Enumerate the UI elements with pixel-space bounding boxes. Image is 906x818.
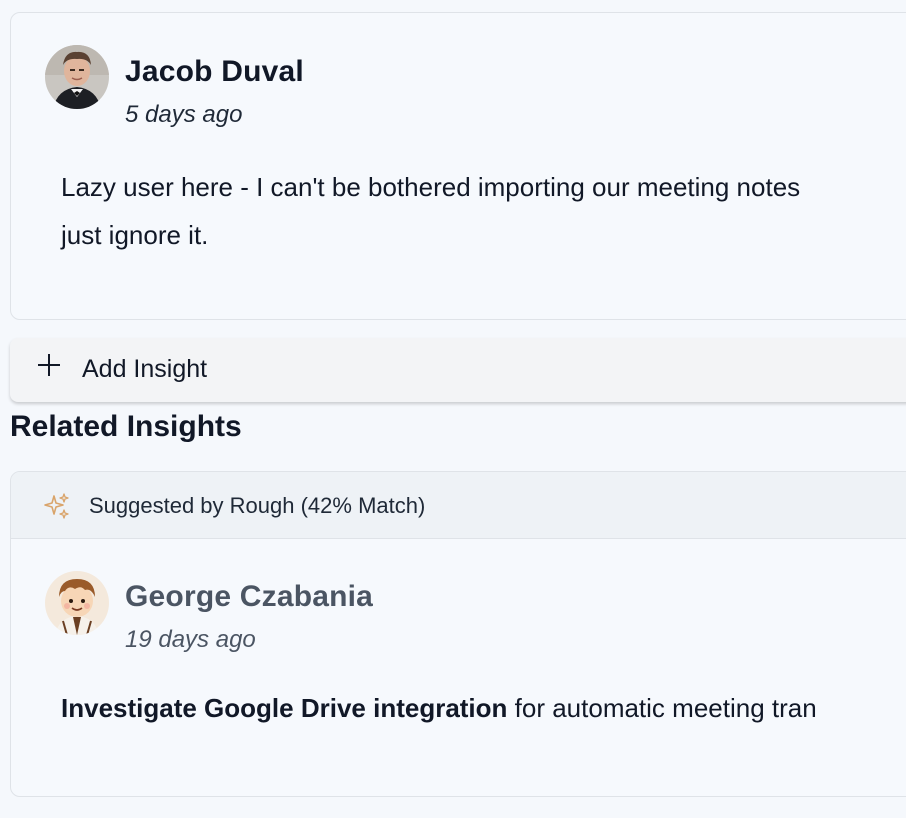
comment-timestamp: 5 days ago [125, 101, 243, 128]
page: Jacob Duval 5 days ago Lazy user here - … [0, 0, 906, 818]
insight-body: Investigate Google Drive integration for… [61, 684, 817, 732]
suggestion-label: Suggested by Rough (42% Match) [89, 493, 426, 518]
author-name[interactable]: Jacob Duval [125, 55, 304, 89]
comment-card: Jacob Duval 5 days ago Lazy user here - … [10, 12, 906, 320]
plus-icon [38, 354, 60, 376]
avatar-cartoon [45, 571, 109, 635]
insight-timestamp: 19 days ago [125, 626, 256, 653]
sparkle-icon [44, 493, 69, 519]
insight-body-rest: for automatic meeting tran [507, 693, 817, 723]
avatar-photo [45, 45, 109, 109]
related-insights-heading: Related Insights [10, 410, 242, 443]
comment-body-line-1: Lazy user here - I can't be bothered imp… [61, 172, 801, 202]
add-insight-button[interactable]: Add Insight [10, 338, 906, 402]
author-name[interactable]: George Czabania [125, 580, 373, 614]
suggestion-bar: Suggested by Rough (42% Match) [11, 472, 906, 539]
add-insight-label: Add Insight [82, 355, 208, 383]
avatar[interactable] [45, 45, 109, 109]
related-insight-card[interactable]: Suggested by Rough (42% Match) George Cz… [10, 471, 906, 797]
comment-body-line-2: just ignore it. [61, 220, 209, 250]
avatar[interactable] [45, 571, 109, 635]
insight-body-bold: Investigate Google Drive integration [61, 693, 508, 723]
